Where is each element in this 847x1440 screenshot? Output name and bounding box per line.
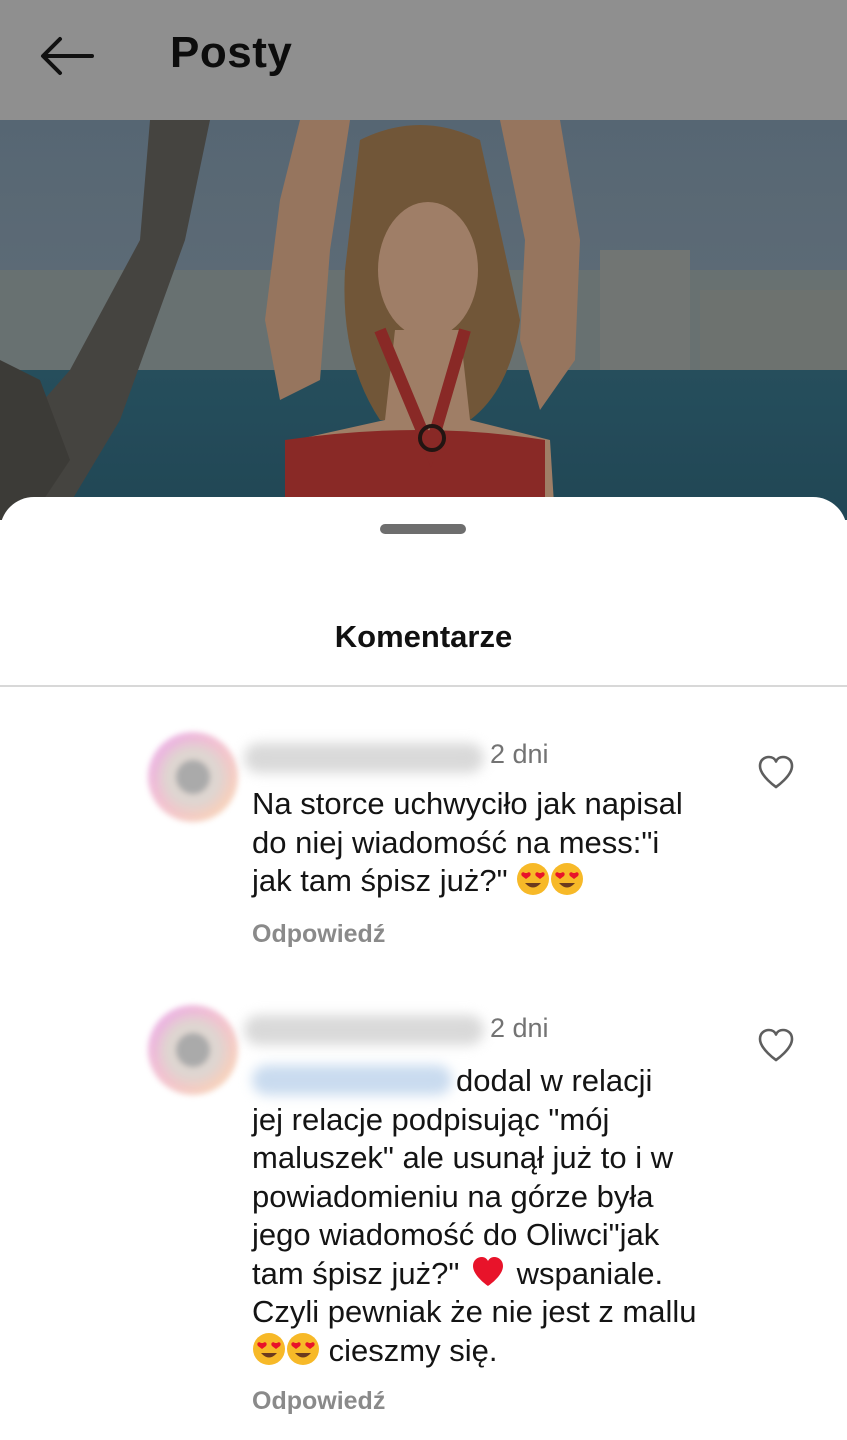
avatar[interactable] — [148, 1005, 238, 1095]
heart-eyes-emoji-icon — [517, 863, 550, 895]
username-blurred[interactable] — [244, 1015, 484, 1045]
heart-eyes-emoji-icon — [287, 1332, 319, 1365]
arrow-left-icon — [41, 37, 94, 75]
comment-text: dodal w relacji jej relacje podpisując "… — [252, 1063, 697, 1368]
heart-eyes-emoji-icon — [551, 863, 584, 895]
red-heart-emoji-icon — [473, 1256, 504, 1286]
divider — [0, 685, 847, 687]
back-button[interactable] — [34, 30, 98, 82]
heart-eyes-emoji-icon — [253, 1332, 285, 1365]
avatar[interactable] — [148, 732, 238, 822]
comment-text: Na storce uchwyciło jak napisal do niej … — [252, 786, 683, 898]
comment-time: 2 dni — [490, 739, 549, 769]
sheet-drag-handle[interactable] — [380, 524, 466, 534]
heart-outline-icon[interactable] — [756, 1026, 796, 1064]
sheet-title: Komentarze — [334, 619, 513, 654]
reply-button[interactable]: Odpowiedź — [252, 1387, 385, 1416]
heart-outline-icon[interactable] — [756, 753, 796, 791]
comments-sheet: Komentarze 2 dni Na storce uchwyciło jak… — [0, 497, 847, 1440]
top-app-bar: Posty — [0, 0, 847, 120]
reply-button[interactable]: Odpowiedź — [252, 920, 385, 949]
username-blurred[interactable] — [244, 743, 484, 773]
post-photo-illustration — [0, 120, 847, 520]
page-title: Posty — [170, 28, 293, 77]
post-image — [0, 120, 847, 520]
comment-time: 2 dni — [490, 1013, 549, 1043]
